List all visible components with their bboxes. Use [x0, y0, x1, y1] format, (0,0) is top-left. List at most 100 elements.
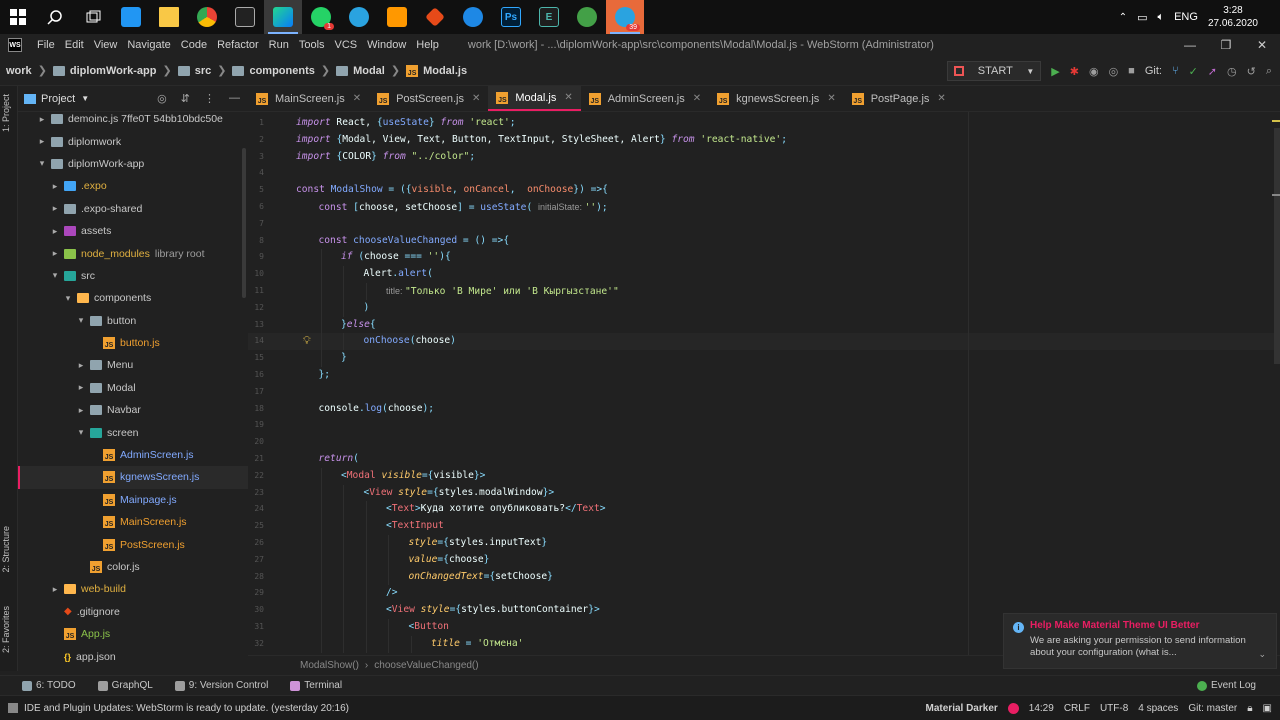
project-scrollbar[interactable]	[242, 148, 246, 298]
menu-edit[interactable]: Edit	[60, 39, 89, 51]
error-stripe-marker[interactable]	[1272, 194, 1280, 196]
editor-scrollbar[interactable]	[1274, 128, 1280, 364]
code-line[interactable]: value={choose}	[409, 552, 490, 569]
breadcrumb-item[interactable]: work ❯	[6, 64, 53, 78]
tree-item[interactable]: JS color.js	[18, 556, 248, 578]
chevron-down-icon[interactable]: ⌄	[1258, 649, 1266, 660]
breadcrumb-item[interactable]: JS Modal.js	[406, 64, 467, 77]
close-tab-icon[interactable]: ✕	[693, 93, 701, 104]
close-tab-icon[interactable]: ✕	[472, 93, 480, 104]
chevron-right-icon[interactable]: ▸	[37, 136, 47, 147]
code-line[interactable]: const [choose, setChoose] = useState( in…	[319, 199, 608, 216]
run-icon[interactable]: ▶	[1051, 65, 1059, 78]
code-line[interactable]: <View style={styles.modalWindow}>	[364, 485, 555, 502]
menu-run[interactable]: Run	[264, 39, 294, 51]
code-line[interactable]: <Text>Куда хотите опубликовать?</Text>	[386, 501, 606, 518]
code-line[interactable]: console.log(choose);	[319, 401, 435, 418]
taskbar-whatsapp[interactable]: 1	[302, 0, 340, 34]
tree-item[interactable]: ▸ .expo	[18, 175, 248, 197]
clock[interactable]: 3:28 27.06.2020	[1208, 4, 1258, 30]
tree-item[interactable]: JS PostScreen.js	[18, 533, 248, 555]
code-line[interactable]: import {COLOR} from "../color";	[296, 149, 475, 166]
stop-icon[interactable]: ■	[1128, 65, 1135, 77]
taskbar-photoshop[interactable]: Ps	[492, 0, 530, 34]
editor-tab[interactable]: JS PostPage.js ✕	[844, 86, 954, 111]
code-line[interactable]: };	[319, 367, 331, 384]
taskbar-app-e[interactable]: E	[530, 0, 568, 34]
taskbar-search[interactable]	[36, 0, 74, 34]
tree-item[interactable]: ▾ button	[18, 310, 248, 332]
theme-icon[interactable]	[1007, 703, 1019, 714]
tool-window-button[interactable]: 6: TODO	[22, 680, 76, 691]
code-line[interactable]: onChoose(choose)	[364, 333, 456, 350]
chevron-up-icon[interactable]: ⌃	[1119, 12, 1127, 23]
taskbar-telegram[interactable]	[340, 0, 378, 34]
taskbar-task-view[interactable]	[74, 0, 112, 34]
history-icon[interactable]: ◷	[1227, 65, 1237, 78]
profile-icon[interactable]: ◎	[1109, 65, 1119, 78]
update-icon[interactable]	[8, 703, 18, 713]
git-branch[interactable]: Git: master	[1188, 703, 1237, 714]
taskbar-app-green[interactable]	[568, 0, 606, 34]
editor-tab[interactable]: JS kgnewsScreen.js ✕	[709, 86, 844, 111]
volume-icon[interactable]: 🔈︎	[1157, 11, 1164, 24]
menu-tools[interactable]: Tools	[294, 39, 330, 51]
chevron-right-icon[interactable]: ▸	[37, 114, 47, 125]
taskbar-git[interactable]	[416, 0, 454, 34]
file-encoding[interactable]: UTF-8	[1100, 703, 1128, 714]
taskbar-telegram-2[interactable]: 39	[606, 0, 644, 34]
tree-item[interactable]: {} app.json	[18, 645, 248, 667]
minimize-button[interactable]: —	[1172, 34, 1208, 56]
tree-item[interactable]: ▸ Menu	[18, 354, 248, 376]
tree-item[interactable]: ▸ web-build	[18, 578, 248, 600]
code-editor[interactable]: 1 2 3 4 5 6 7 8 9 10 11 12 13 14 15 16 17 18 19 20 21 22 23 24 2…	[248, 112, 1280, 655]
tree-item[interactable]: JS App.js	[18, 623, 248, 645]
code-line[interactable]: Alert.alert(	[364, 266, 433, 283]
code-line[interactable]: <View style={styles.buttonContainer}>	[386, 602, 600, 619]
line-separator[interactable]: CRLF	[1064, 703, 1090, 714]
tree-item[interactable]: ▾ components	[18, 287, 248, 309]
caret-position[interactable]: 14:29	[1029, 703, 1054, 714]
chevron-down-icon[interactable]: ▾	[37, 158, 47, 169]
tree-item[interactable]: ▸ node_modules library root	[18, 242, 248, 264]
breadcrumb-item[interactable]: diplomWork-app ❯	[52, 64, 178, 77]
code-area[interactable]: import React, {useState} from 'react'; im…	[296, 112, 1280, 655]
taskbar-file-explorer[interactable]	[150, 0, 188, 34]
tool-window-button[interactable]: Terminal	[290, 680, 342, 691]
project-view-label[interactable]: Project	[41, 93, 75, 105]
chevron-down-icon[interactable]: ▾	[76, 427, 86, 438]
tool-window-button[interactable]: 9: Version Control	[174, 680, 268, 691]
code-breadcrumb-item[interactable]: chooseValueChanged()	[374, 660, 478, 671]
chevron-right-icon[interactable]: ▸	[50, 226, 60, 237]
tree-item[interactable]: JS MainScreen.js	[18, 511, 248, 533]
code-line[interactable]: title: "Только 'В Мире' или 'В Кыргызста…	[386, 283, 619, 300]
tree-item[interactable]: ▸ Modal	[18, 377, 248, 399]
taskbar-webstorm[interactable]	[264, 0, 302, 34]
chevron-right-icon[interactable]: ▸	[50, 203, 60, 214]
tool-window-button[interactable]: GraphQL	[97, 680, 153, 691]
code-breadcrumb-item[interactable]: ModalShow()	[300, 660, 359, 671]
code-line[interactable]: style={styles.inputText}	[409, 535, 548, 552]
menu-vcs[interactable]: VCS	[330, 39, 363, 51]
language-indicator[interactable]: ENG	[1174, 11, 1198, 23]
git-commit-icon[interactable]: ✓	[1189, 65, 1198, 78]
tree-item[interactable]: ▸ Navbar	[18, 399, 248, 421]
indent-setting[interactable]: 4 spaces	[1138, 703, 1178, 714]
status-message[interactable]: IDE and Plugin Updates: WebStorm is read…	[24, 703, 349, 714]
code-line[interactable]: title = 'Отмена'	[431, 636, 523, 653]
chevron-down-icon[interactable]: ▾	[50, 270, 60, 281]
editor-tab[interactable]: JS AdminScreen.js ✕	[581, 86, 709, 111]
code-line[interactable]: <TextInput	[386, 518, 444, 535]
code-line[interactable]: return(	[319, 451, 359, 468]
run-configuration-select[interactable]: START ▼	[947, 61, 1042, 81]
code-line[interactable]: import {Modal, View, Text, Button, TextI…	[296, 132, 787, 149]
code-line[interactable]: const chooseValueChanged = () =>{	[319, 233, 510, 250]
menu-navigate[interactable]: Navigate	[122, 39, 175, 51]
chevron-down-icon[interactable]: ▾	[63, 293, 73, 304]
structure-tool-tab[interactable]: 2: Structure	[1, 526, 11, 573]
close-button[interactable]: ✕	[1244, 34, 1280, 56]
code-line[interactable]: />	[386, 585, 398, 602]
breadcrumb-item[interactable]: components ❯	[232, 64, 336, 77]
settings-icon[interactable]: ⋮	[204, 92, 215, 105]
menu-window[interactable]: Window	[362, 39, 411, 51]
